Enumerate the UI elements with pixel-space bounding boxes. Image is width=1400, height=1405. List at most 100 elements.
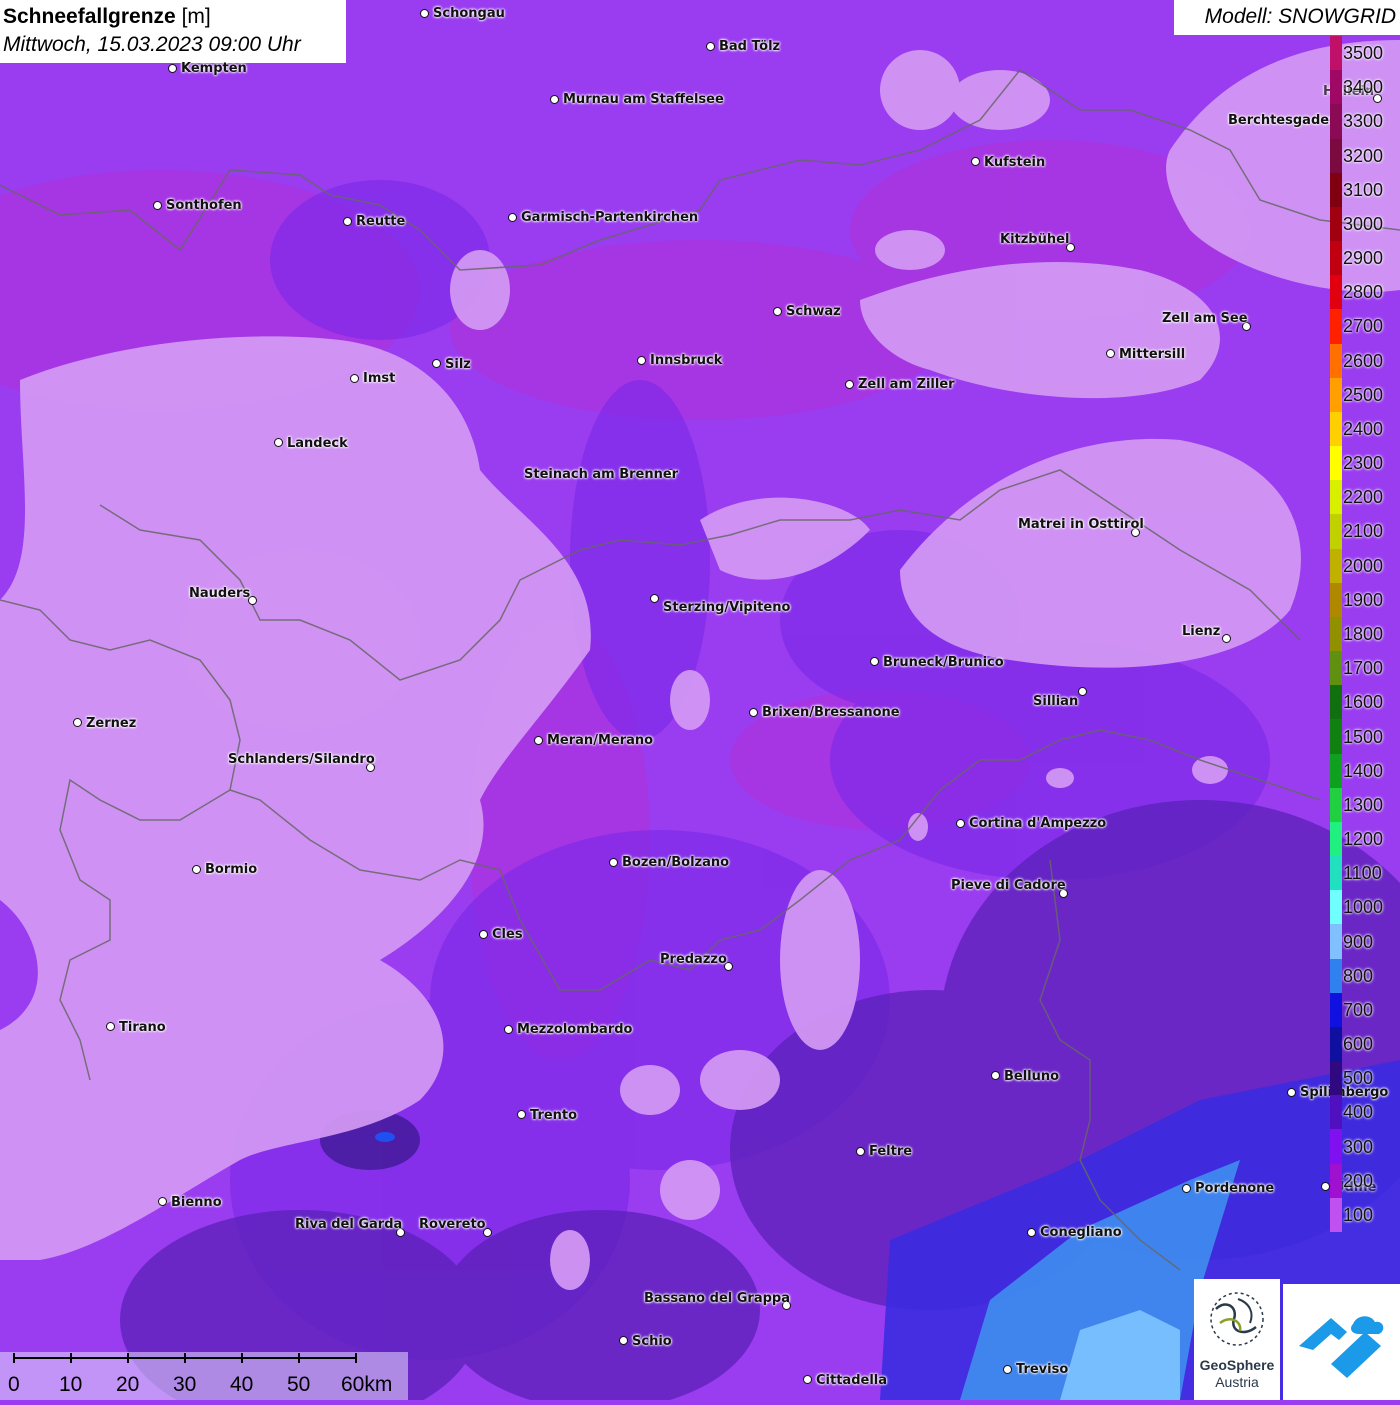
legend-color-segment bbox=[1330, 275, 1342, 310]
legend-color-segment bbox=[1330, 1163, 1342, 1199]
legend-color-segment bbox=[1330, 172, 1342, 208]
city-marker[interactable] bbox=[845, 380, 854, 389]
legend-label: 1700 bbox=[1343, 658, 1384, 679]
city-marker[interactable] bbox=[350, 374, 359, 383]
city-marker[interactable] bbox=[1078, 687, 1087, 696]
legend-color-segment bbox=[1330, 206, 1342, 242]
legend-label: 1000 bbox=[1343, 897, 1384, 918]
city-marker[interactable] bbox=[749, 708, 758, 717]
title-box: Schneefallgrenze [m] Mittwoch, 15.03.202… bbox=[0, 0, 346, 63]
city-label: Sillian bbox=[1033, 694, 1079, 709]
city-label: Sonthofen bbox=[166, 198, 242, 213]
city-marker[interactable] bbox=[650, 594, 659, 603]
city-label: Kufstein bbox=[984, 155, 1046, 170]
city-marker[interactable] bbox=[420, 9, 429, 18]
model-label: Modell: SNOWGRID bbox=[1204, 5, 1396, 28]
scale-tick-label: 60km bbox=[341, 1373, 393, 1396]
city-label: Schwaz bbox=[786, 304, 841, 319]
snowgrid-logo[interactable] bbox=[1283, 1284, 1400, 1400]
legend-color-segment bbox=[1330, 992, 1342, 1028]
legend-color-segment bbox=[1330, 411, 1342, 447]
city-marker[interactable] bbox=[73, 718, 82, 727]
city-marker[interactable] bbox=[773, 307, 782, 316]
city-marker[interactable] bbox=[991, 1071, 1000, 1080]
city-marker[interactable] bbox=[971, 157, 980, 166]
legend-color-segment bbox=[1330, 651, 1342, 686]
city-label: Silz bbox=[445, 357, 471, 372]
city-marker[interactable] bbox=[1222, 634, 1231, 643]
city-label: Schio bbox=[632, 1334, 672, 1349]
legend-color-segment bbox=[1330, 377, 1342, 413]
legend-label: 1800 bbox=[1343, 624, 1384, 644]
geosphere-emblem-icon bbox=[1210, 1292, 1264, 1346]
city-label: Spilimbergo bbox=[1300, 1085, 1389, 1100]
legend-color-segment bbox=[1330, 446, 1342, 481]
city-marker[interactable] bbox=[517, 1110, 526, 1119]
legend-color-segment bbox=[1330, 36, 1342, 71]
city-marker[interactable] bbox=[479, 930, 488, 939]
legend-label: 900 bbox=[1343, 931, 1374, 952]
city-label: Innsbruck bbox=[650, 353, 723, 368]
city-marker[interactable] bbox=[343, 217, 352, 226]
city-marker[interactable] bbox=[534, 736, 543, 745]
city-label: Feltre bbox=[869, 1144, 913, 1159]
city-label: Tirano bbox=[119, 1020, 166, 1035]
legend-label: 1300 bbox=[1343, 794, 1384, 815]
city-marker[interactable] bbox=[158, 1197, 167, 1206]
map-datetime: Mittwoch, 15.03.2023 09:00 Uhr bbox=[3, 33, 301, 56]
city-marker[interactable] bbox=[856, 1147, 865, 1156]
city-marker[interactable] bbox=[803, 1375, 812, 1384]
legend-label: 2300 bbox=[1343, 453, 1384, 474]
city-marker[interactable] bbox=[1287, 1088, 1296, 1097]
city-label: Conegliano bbox=[1040, 1225, 1122, 1240]
city-marker[interactable] bbox=[609, 858, 618, 867]
city-marker[interactable] bbox=[508, 213, 517, 222]
city-label: Zell am See bbox=[1162, 311, 1248, 326]
city-marker[interactable] bbox=[956, 819, 965, 828]
legend-color-segment bbox=[1330, 1129, 1342, 1165]
legend-label: 3300 bbox=[1343, 111, 1384, 132]
city-label: Bassano del Grappa bbox=[644, 1291, 790, 1306]
legend-label: 3100 bbox=[1343, 179, 1384, 200]
city-marker[interactable] bbox=[550, 95, 559, 104]
city-marker[interactable] bbox=[870, 657, 879, 666]
city-marker[interactable] bbox=[706, 42, 715, 51]
city-marker[interactable] bbox=[432, 359, 441, 368]
city-marker[interactable] bbox=[153, 201, 162, 210]
legend-color-segment bbox=[1330, 856, 1342, 891]
city-marker[interactable] bbox=[168, 64, 177, 73]
geosphere-country: Austria bbox=[1215, 1374, 1259, 1390]
city-marker[interactable] bbox=[504, 1025, 513, 1034]
city-label: Predazzo bbox=[660, 952, 727, 967]
city-marker[interactable] bbox=[1003, 1365, 1012, 1374]
city-marker[interactable] bbox=[637, 356, 646, 365]
city-label: Trento bbox=[530, 1108, 578, 1123]
city-label: Landeck bbox=[287, 436, 348, 451]
legend-color-segment bbox=[1330, 514, 1342, 550]
snow-arrow-icon bbox=[1299, 1316, 1384, 1378]
city-marker[interactable] bbox=[106, 1022, 115, 1031]
city-label: Matrei in Osttirol bbox=[1018, 517, 1144, 532]
legend-label: 2800 bbox=[1343, 282, 1384, 303]
city-marker[interactable] bbox=[192, 865, 201, 874]
city-label: Cles bbox=[492, 927, 523, 942]
legend-color-segment bbox=[1330, 309, 1342, 345]
city-label: Murnau am Staffelsee bbox=[563, 92, 724, 107]
city-marker[interactable] bbox=[1106, 349, 1115, 358]
legend-color-segment bbox=[1330, 616, 1342, 652]
city-marker[interactable] bbox=[619, 1336, 628, 1345]
city-label: Nauders bbox=[189, 586, 251, 601]
legend-color-segment bbox=[1330, 548, 1342, 584]
legend-label: 3400 bbox=[1343, 77, 1384, 98]
city-marker[interactable] bbox=[274, 438, 283, 447]
legend-label: 800 bbox=[1343, 965, 1374, 986]
legend-label: 2400 bbox=[1343, 418, 1384, 439]
legend-label: 400 bbox=[1343, 1102, 1374, 1123]
legend-label: 3200 bbox=[1343, 145, 1384, 166]
legend-color-segment bbox=[1330, 104, 1342, 139]
city-label: Rovereto bbox=[419, 1217, 486, 1232]
legend-label: 2100 bbox=[1343, 521, 1384, 542]
city-marker[interactable] bbox=[1321, 1182, 1330, 1191]
city-marker[interactable] bbox=[1182, 1184, 1191, 1193]
city-marker[interactable] bbox=[1027, 1228, 1036, 1237]
